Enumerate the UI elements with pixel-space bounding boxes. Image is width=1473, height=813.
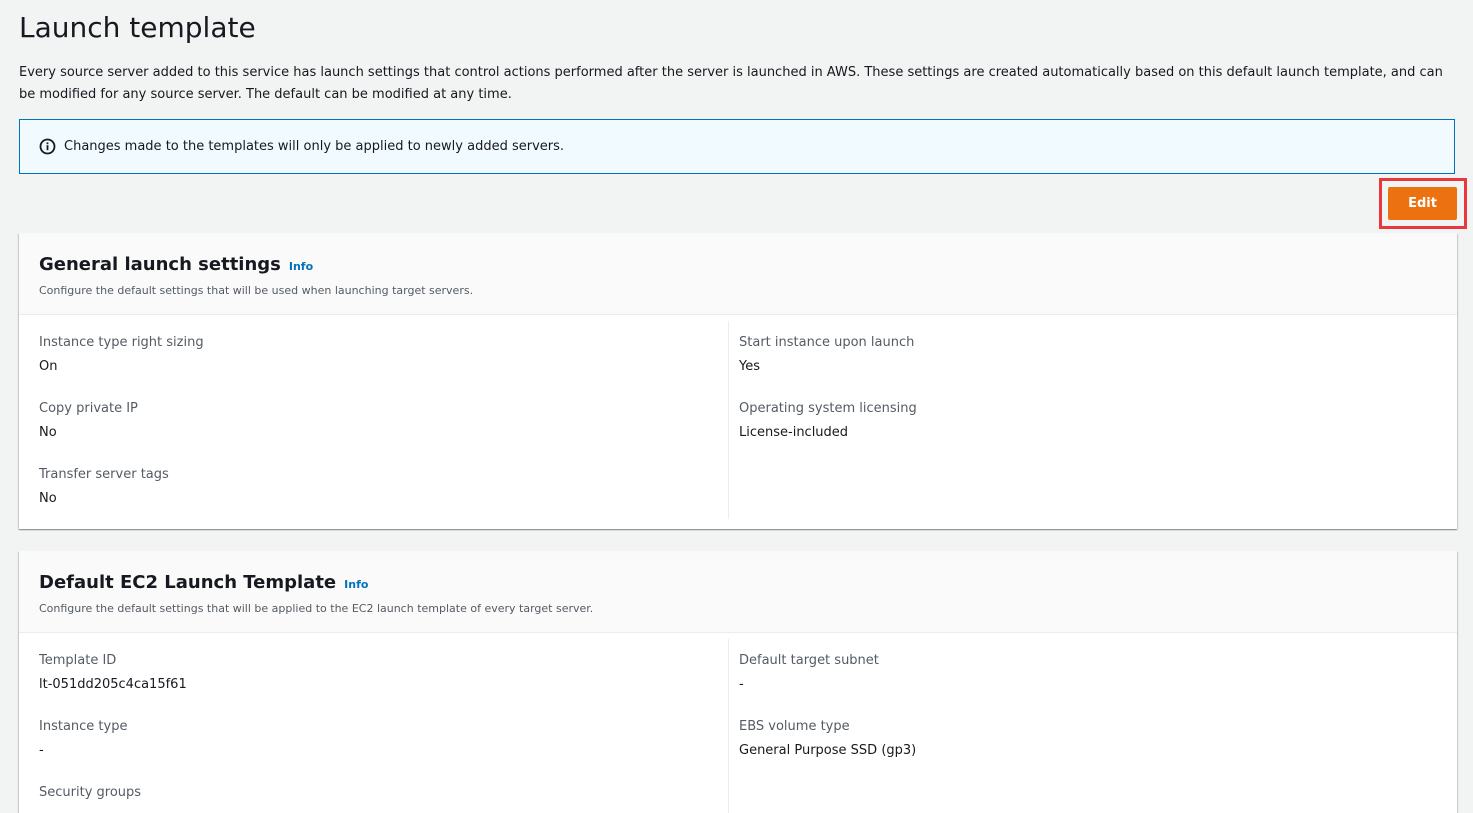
field-label: Instance type right sizing (39, 335, 204, 350)
panel-title: Default EC2 Launch Template (39, 572, 337, 593)
page-description: Every source server added to this servic… (19, 65, 1443, 102)
field-value: General Purpose SSD (gp3) (739, 743, 917, 758)
field-value: No (39, 491, 57, 506)
field-value: No (39, 425, 57, 440)
page-title: Launch template (19, 11, 256, 44)
panel-header: Default EC2 Launch Template Info Configu… (19, 551, 1457, 633)
field-label: Copy private IP (39, 401, 138, 416)
info-link[interactable]: Info (289, 260, 313, 273)
panel-description: Configure the default settings that will… (39, 602, 594, 615)
field-default-target-subnet: Default target subnet - (739, 651, 1437, 717)
info-circle-icon (39, 138, 56, 155)
field-start-instance-upon-launch: Start instance upon launch Yes (739, 333, 1437, 399)
default-ec2-launch-template-panel: Default EC2 Launch Template Info Configu… (19, 551, 1457, 813)
field-label: Template ID (39, 653, 117, 668)
field-value: - (39, 743, 44, 758)
field-ebs-volume-type: EBS volume type General Purpose SSD (gp3… (739, 717, 1437, 783)
field-transfer-server-tags: Transfer server tags No (39, 465, 728, 529)
field-label: Start instance upon launch (739, 335, 915, 350)
field-label: EBS volume type (739, 719, 850, 734)
field-label: Transfer server tags (39, 467, 169, 482)
settings-left-column: Instance type right sizing On Copy priva… (19, 315, 728, 529)
field-value: License-included (739, 425, 849, 440)
field-operating-system-licensing: Operating system licensing License-inclu… (739, 399, 1437, 465)
field-label: Default target subnet (739, 653, 879, 668)
alert-text: Changes made to the templates will only … (64, 139, 565, 154)
panel-description: Configure the default settings that will… (39, 284, 474, 297)
field-value: - (739, 677, 744, 692)
field-value: Yes (739, 359, 760, 374)
field-instance-type: Instance type - (39, 717, 728, 783)
field-label: Instance type (39, 719, 128, 734)
field-label: Operating system licensing (739, 401, 917, 416)
field-security-groups: Security groups (39, 783, 728, 813)
panel-header: General launch settings Info Configure t… (19, 233, 1457, 315)
field-value: On (39, 359, 58, 374)
panel-title: General launch settings (39, 254, 281, 275)
launch-template-page: Launch template Every source server adde… (0, 0, 1473, 813)
field-value: lt-051dd205c4ca15f61 (39, 677, 187, 692)
info-alert: Changes made to the templates will only … (19, 119, 1455, 174)
field-copy-private-ip: Copy private IP No (39, 399, 728, 465)
template-right-column: Default target subnet - EBS volume type … (728, 639, 1437, 813)
field-template-id: Template ID lt-051dd205c4ca15f61 (39, 651, 728, 717)
edit-button[interactable]: Edit (1388, 187, 1457, 220)
field-label: Security groups (39, 785, 142, 800)
field-instance-type-right-sizing: Instance type right sizing On (39, 333, 728, 399)
general-launch-settings-panel: General launch settings Info Configure t… (19, 233, 1457, 529)
template-left-column: Template ID lt-051dd205c4ca15f61 Instanc… (19, 633, 728, 813)
info-link[interactable]: Info (344, 578, 368, 591)
settings-right-column: Start instance upon launch Yes Operating… (728, 321, 1437, 519)
